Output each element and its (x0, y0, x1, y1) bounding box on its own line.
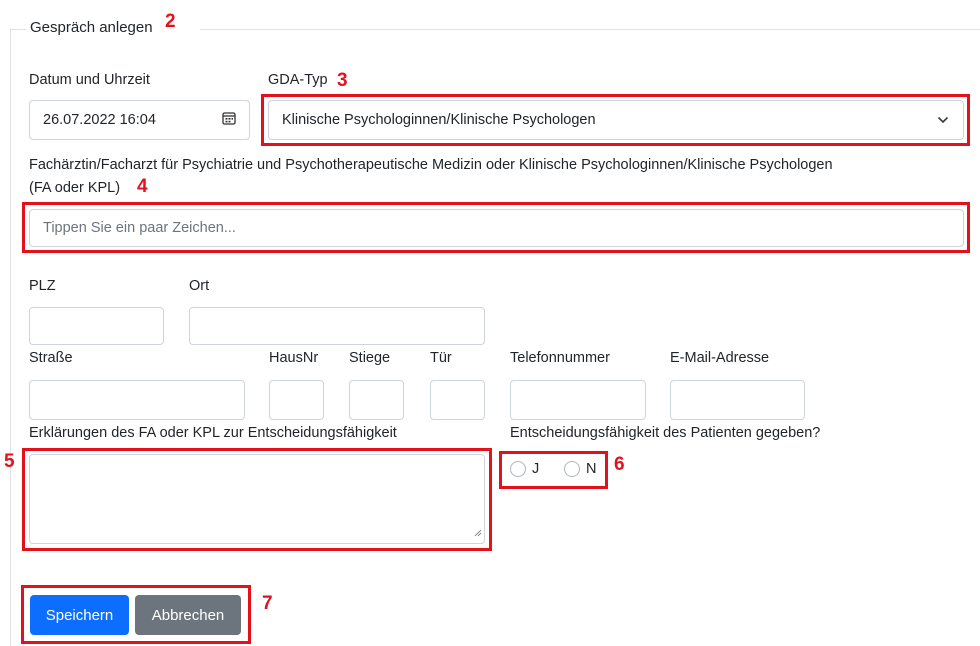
annotation-box-7 (21, 585, 251, 644)
fieldset-top-border-right (200, 29, 980, 30)
hausnr-input[interactable] (269, 380, 324, 420)
fieldset-top-border-left (10, 29, 26, 30)
annotation-7: 7 (262, 593, 273, 614)
plz-label: PLZ (29, 278, 56, 294)
telefon-input[interactable] (510, 380, 646, 420)
specialist-label-line1: Fachärztin/Facharzt für Psychiatrie und … (29, 157, 833, 173)
calendar-icon[interactable] (222, 111, 236, 129)
specialist-label-line2: (FA oder KPL) (29, 180, 121, 196)
telefon-label: Telefonnummer (510, 350, 610, 366)
capability-label: Entscheidungsfähigkeit des Patienten geg… (510, 425, 821, 441)
tuer-input[interactable] (430, 380, 485, 420)
explanation-label: Erklärungen des FA oder KPL zur Entschei… (29, 425, 397, 441)
ort-label: Ort (189, 278, 210, 294)
strasse-input[interactable] (29, 380, 245, 420)
annotation-4: 4 (137, 176, 148, 197)
hausnr-label: HausNr (269, 350, 319, 366)
tuer-label: Tür (430, 350, 452, 366)
datetime-value: 26.07.2022 16:04 (43, 112, 156, 128)
form-legend: Gespräch anlegen (30, 19, 157, 36)
annotation-3: 3 (337, 70, 348, 91)
email-label: E-Mail-Adresse (670, 350, 770, 366)
ort-input[interactable] (189, 307, 485, 345)
plz-input[interactable] (29, 307, 164, 345)
annotation-5: 5 (4, 451, 15, 472)
annotation-box-6 (499, 451, 608, 489)
stiege-label: Stiege (349, 350, 391, 366)
annotation-box-3 (261, 94, 970, 146)
datetime-input[interactable]: 26.07.2022 16:04 (29, 100, 250, 140)
annotation-box-5 (22, 448, 492, 551)
strasse-label: Straße (29, 350, 73, 366)
email-input[interactable] (670, 380, 805, 420)
gda-type-label: GDA-Typ (268, 72, 328, 88)
annotation-box-4 (22, 202, 970, 253)
fieldset-left-border (10, 29, 11, 646)
annotation-6: 6 (614, 454, 625, 475)
datetime-label: Datum und Uhrzeit (29, 72, 150, 88)
stiege-input[interactable] (349, 380, 404, 420)
annotation-2: 2 (165, 11, 176, 32)
